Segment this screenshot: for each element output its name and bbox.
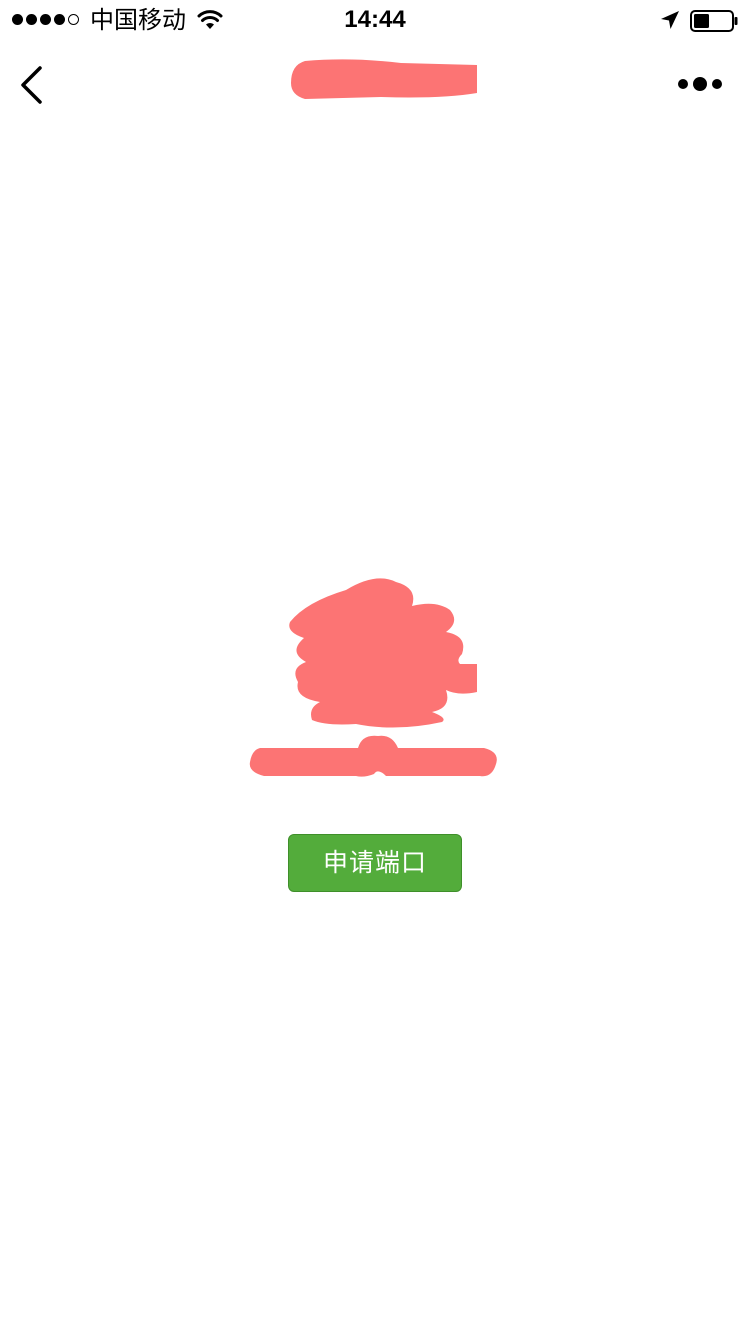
chevron-left-icon[interactable] bbox=[14, 62, 54, 108]
screen: 中国移动 14:44 申请端口 bbox=[0, 0, 750, 1334]
status-time: 14:44 bbox=[344, 6, 406, 33]
title-redaction bbox=[291, 59, 477, 99]
content-redaction bbox=[249, 578, 497, 777]
status-bar: 中国移动 14:44 bbox=[0, 0, 750, 40]
more-dots-icon[interactable] bbox=[672, 64, 728, 104]
battery-icon bbox=[690, 10, 738, 32]
location-arrow-icon bbox=[661, 11, 679, 29]
apply-port-button[interactable]: 申请端口 bbox=[288, 834, 462, 892]
